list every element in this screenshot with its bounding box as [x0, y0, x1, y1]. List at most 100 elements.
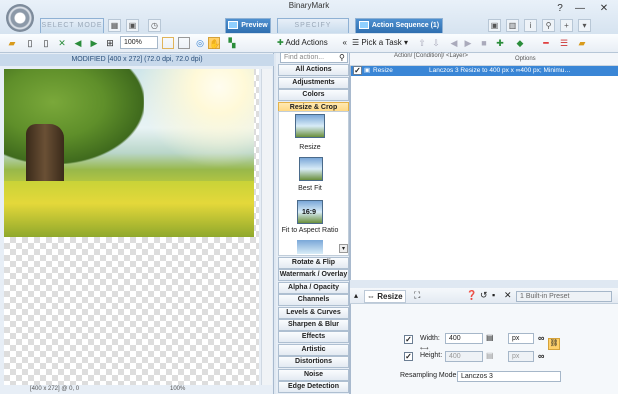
sequence-row-resize[interactable]: ✓ ▣ Resize Lanczos 3 Resize to 400 px x …: [351, 66, 618, 76]
height-infinity-icon[interactable]: ∞: [538, 351, 544, 361]
category-artistic[interactable]: Artistic: [278, 343, 349, 356]
category-adjustments[interactable]: Adjustments: [278, 76, 349, 89]
category-noise[interactable]: Noise: [278, 368, 349, 381]
layout-icon[interactable]: ▥: [506, 19, 519, 32]
grid-view-icon[interactable]: ▦: [108, 19, 121, 32]
category-effects[interactable]: Effects: [278, 331, 349, 344]
width-label: Width:: [420, 335, 440, 342]
preset-select[interactable]: 1 Built-in Preset: [516, 291, 612, 302]
split-view-icon[interactable]: ▚: [226, 37, 238, 49]
previous-icon[interactable]: ◀: [72, 37, 84, 49]
move-down-icon[interactable]: ⇩: [430, 37, 442, 49]
category-rotate-flip[interactable]: Rotate & Flip: [278, 257, 349, 269]
height-checkbox[interactable]: ✓: [404, 352, 413, 361]
category-watermark-overlay[interactable]: Watermark / Overlay: [278, 269, 349, 282]
save-folder-icon[interactable]: ▰: [576, 37, 588, 49]
vertical-scrollbar[interactable]: [261, 69, 272, 385]
next-action-thumbnail[interactable]: [297, 240, 323, 254]
console-icon[interactable]: ▣: [488, 19, 501, 32]
resampling-select[interactable]: Lanczos 3: [457, 371, 561, 382]
options-header: ▴ ⇔ Resize ⛶ ❓ ↺ ▪ ✕ 1 Built-in Preset: [350, 288, 618, 304]
action-gallery: Resize Best Fit 16:9 Fit to Aspect Ratio…: [278, 111, 349, 256]
reset-icon[interactable]: ↺: [480, 290, 488, 301]
find-action-input[interactable]: Find action...: [280, 52, 348, 63]
add-icon[interactable]: +: [560, 19, 573, 32]
list-icon: ☰: [352, 38, 362, 47]
clear-icon[interactable]: ☰: [558, 37, 570, 49]
category-levels-curves[interactable]: Levels & Curves: [278, 306, 349, 319]
category-edge-detection[interactable]: Edge Detection: [278, 381, 349, 393]
zoom-select[interactable]: 100%: [120, 36, 158, 49]
width-input[interactable]: 400: [445, 333, 483, 344]
grid-header: Action/ [Condition]/ <Layer> Options: [350, 53, 618, 66]
resize-thumbnail[interactable]: [295, 114, 325, 138]
image-view-icon[interactable]: ▣: [126, 19, 139, 32]
shuffle-icon[interactable]: ✕: [56, 37, 68, 49]
move-up-icon[interactable]: ⇧: [416, 37, 428, 49]
width-infinity-icon[interactable]: ∞: [538, 333, 544, 343]
category-channels[interactable]: Channels: [278, 294, 349, 307]
tab-resize-options[interactable]: ⇔ Resize: [364, 290, 406, 303]
file-icon[interactable]: ▯: [40, 37, 52, 49]
action-fit-aspect-ratio[interactable]: Fit to Aspect Ratio: [279, 227, 341, 234]
aspect-ratio-badge: 16:9: [302, 209, 317, 216]
add-layer-icon[interactable]: ◆: [514, 37, 526, 49]
category-distortions[interactable]: Distortions: [278, 356, 349, 369]
row-checkbox[interactable]: ✓: [353, 66, 362, 75]
pin-icon[interactable]: ⚲: [542, 19, 555, 32]
compare-icon[interactable]: ◎: [194, 37, 206, 49]
link-aspect-icon[interactable]: ⛓: [548, 338, 560, 350]
tree-foliage: [4, 69, 144, 164]
gallery-dropdown-icon[interactable]: ▾: [339, 244, 348, 253]
next-icon[interactable]: ▶: [88, 37, 100, 49]
add-condition-icon[interactable]: ✚: [494, 37, 506, 49]
width-unit-select[interactable]: px: [508, 333, 534, 344]
width-stepper-icon[interactable]: ▤: [486, 333, 494, 342]
preview-image: [4, 69, 254, 237]
folder-open-icon[interactable]: ▰: [6, 37, 18, 49]
action-best-fit[interactable]: Best Fit: [279, 185, 341, 192]
height-stepper-icon[interactable]: ▤: [486, 351, 494, 360]
minimize-button[interactable]: —: [570, 2, 590, 16]
crop-icon[interactable]: ⛶: [414, 290, 420, 301]
clock-icon[interactable]: ◷: [148, 19, 161, 32]
tab-action-sequence[interactable]: Action Sequence (1): [355, 18, 443, 33]
forward-icon[interactable]: ▶: [462, 37, 474, 49]
new-file-icon[interactable]: ▯: [24, 37, 36, 49]
category-all-actions[interactable]: All Actions: [278, 64, 349, 76]
height-unit-select[interactable]: px: [508, 351, 534, 362]
height-label: Height:: [420, 352, 443, 359]
hand-tool-icon[interactable]: ✋: [208, 37, 220, 49]
category-alpha-opacity[interactable]: Alpha / Opacity: [278, 281, 349, 294]
best-fit-thumbnail[interactable]: [299, 157, 323, 181]
dropdown-icon[interactable]: ▾: [578, 19, 591, 32]
height-input[interactable]: 400: [445, 351, 483, 362]
collapse-arrow-icon[interactable]: ▴: [354, 291, 358, 300]
frame-icon[interactable]: [162, 37, 174, 49]
remove-icon[interactable]: ━: [540, 37, 552, 49]
action-resize[interactable]: Resize: [279, 144, 341, 151]
pick-task-button[interactable]: ☰ Pick a Task ▾: [352, 37, 412, 49]
back-icon[interactable]: ◀: [448, 37, 460, 49]
tab-preview[interactable]: Preview: [225, 18, 271, 33]
category-colors[interactable]: Colors: [278, 89, 349, 101]
save-preset-icon[interactable]: ▪: [492, 290, 495, 300]
zoom-fit-icon[interactable]: ⊞: [104, 37, 116, 49]
width-checkbox[interactable]: ✓: [404, 335, 413, 344]
status-bar: [400 x 272] @ 0, 0 100%: [30, 386, 186, 392]
close-button[interactable]: ✕: [594, 2, 614, 16]
info-icon[interactable]: i: [524, 19, 537, 32]
category-sharpen-blur[interactable]: Sharpen & Blur: [278, 319, 349, 331]
image-info-bar: MODIFIED [400 x 272] (72.0 dpi, 72.0 dpi…: [0, 54, 274, 66]
aspect-ratio-thumbnail[interactable]: 16:9: [297, 200, 323, 224]
stop-icon[interactable]: ■: [478, 37, 490, 49]
help-button[interactable]: ?: [550, 2, 570, 16]
frame-alt-icon[interactable]: [178, 37, 190, 49]
sequence-icon: [358, 21, 369, 30]
tab-select-mode[interactable]: SELECT MODE: [40, 18, 104, 33]
help-icon[interactable]: ❓: [466, 290, 477, 301]
resize-icon: ⇔: [367, 292, 378, 301]
tab-specify-actions[interactable]: SPECIFY ACTIONS: [277, 18, 349, 43]
collapse-button[interactable]: «: [343, 35, 347, 51]
delete-preset-icon[interactable]: ✕: [504, 290, 512, 301]
